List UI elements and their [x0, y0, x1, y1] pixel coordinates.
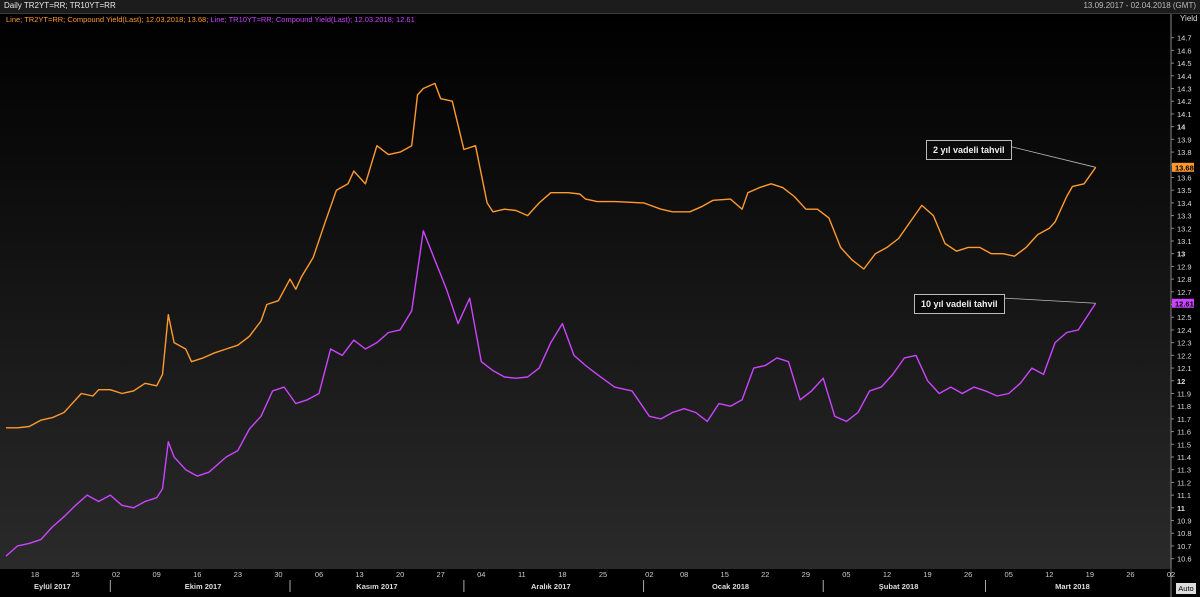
y-tick-label: 12.3	[1177, 339, 1192, 348]
y-tick-label: 12.1	[1177, 364, 1192, 373]
y-tick-label: 14.4	[1177, 72, 1192, 81]
y-tick-label: 10.8	[1177, 529, 1192, 538]
y-tick-label: 13.3	[1177, 212, 1192, 221]
y-tick-label: 12.4	[1177, 326, 1192, 335]
x-tick-label: 16	[193, 570, 201, 579]
x-tick-label: 02	[645, 570, 653, 579]
y-tick-label: 11.9	[1177, 389, 1191, 398]
y-tick-label: 13.2	[1177, 224, 1192, 233]
y-tick-label: 14.6	[1177, 46, 1192, 55]
x-tick-label: 05	[842, 570, 850, 579]
x-tick-label: 29	[802, 570, 810, 579]
y-tick-label: 10.6	[1177, 555, 1192, 564]
chart-header-bar: Daily TR2YT=RR; TR10YT=RR 13.09.2017 - 0…	[0, 0, 1200, 14]
x-tick-label: 19	[923, 570, 931, 579]
x-tick-label: 26	[964, 570, 972, 579]
chart-legend: Line; TR2YT=RR; Compound Yield(Last); 12…	[6, 15, 415, 24]
x-month-label: Ekim 2017	[185, 582, 222, 591]
y-tick-label: 11.7	[1177, 415, 1191, 424]
x-month-label: Aralık 2017	[531, 582, 571, 591]
x-month-label: Kasım 2017	[356, 582, 397, 591]
x-tick-label: 02	[1167, 570, 1175, 579]
y-tick-label: 11.1	[1177, 491, 1191, 500]
y-tick-label: 13.9	[1177, 135, 1192, 144]
y-tick-label: 13.6	[1177, 173, 1192, 182]
x-tick-label: 08	[680, 570, 688, 579]
callout-ten-year: 10 yıl vadeli tahvil	[914, 294, 1005, 314]
y-tick-label: 13.8	[1177, 148, 1192, 157]
y-tick-label: 12.5	[1177, 313, 1192, 322]
date-range: 13.09.2017 - 02.04.2018 (GMT)	[1083, 1, 1196, 10]
y-tick-label: 12.7	[1177, 288, 1192, 297]
y-tick-label: 14.2	[1177, 97, 1192, 106]
y-tick-label: 11.4	[1177, 453, 1191, 462]
y-tick-label: 12.8	[1177, 275, 1192, 284]
legend-ten-year: Line; TR10YT=RR; Compound Yield(Last); 1…	[210, 15, 415, 24]
y-tick-label: 10.9	[1177, 517, 1192, 526]
x-tick-label: 30	[274, 570, 282, 579]
x-tick-label: 18	[31, 570, 39, 579]
x-month-label: Eylül 2017	[34, 582, 71, 591]
x-tick-label: 09	[153, 570, 161, 579]
y-tick-label: 14	[1177, 123, 1186, 132]
y-tick-label: 12.9	[1177, 262, 1192, 271]
x-tick-label: 05	[1005, 570, 1013, 579]
x-tick-label: 15	[721, 570, 729, 579]
x-tick-label: 25	[71, 570, 79, 579]
x-month-label: Şubat 2018	[879, 582, 919, 591]
x-tick-label: 04	[477, 570, 485, 579]
x-tick-label: 23	[234, 570, 242, 579]
x-tick-label: 06	[315, 570, 323, 579]
y-tick-label: 13.4	[1177, 199, 1192, 208]
last-value-label-ten-year: 12.61	[1175, 299, 1194, 308]
x-tick-label: 11	[518, 570, 526, 579]
x-tick-label: 12	[883, 570, 891, 579]
y-tick-label: 14.1	[1177, 110, 1192, 119]
x-tick-label: 22	[761, 570, 769, 579]
y-tick-label: 12	[1177, 377, 1185, 386]
y-tick-label: 11.5	[1177, 440, 1191, 449]
y-tick-label: 14.3	[1177, 85, 1192, 94]
y-tick-label: 12.2	[1177, 351, 1192, 360]
x-tick-label: 12	[1045, 570, 1053, 579]
x-tick-label: 27	[437, 570, 445, 579]
x-tick-label: 26	[1126, 570, 1134, 579]
chart-title: Daily TR2YT=RR; TR10YT=RR	[4, 1, 116, 10]
plot-background	[0, 14, 1171, 567]
y-tick-label: 14.7	[1177, 34, 1192, 43]
x-tick-label: 02	[112, 570, 120, 579]
y-axis-label: Yield	[1180, 14, 1198, 23]
x-tick-label: 19	[1086, 570, 1094, 579]
y-tick-label: 11	[1177, 504, 1185, 513]
chart-plot: 10.6 10.7 10.8 10.9 11 11.1 11.2 11.3 11.4 11.5 11…	[0, 14, 1194, 597]
x-month-label: Ocak 2018	[712, 582, 749, 591]
auto-scale-button[interactable]: Auto	[1176, 583, 1196, 594]
x-tick-label: 18	[558, 570, 566, 579]
y-tick-label: 11.6	[1177, 428, 1191, 437]
y-tick-label: 11.3	[1177, 466, 1191, 475]
y-tick-label: 14.5	[1177, 59, 1192, 68]
x-tick-label: 13	[355, 570, 363, 579]
x-tick-label: 25	[599, 570, 607, 579]
y-tick-label: 13.5	[1177, 186, 1192, 195]
y-tick-label: 13.1	[1177, 237, 1192, 246]
x-tick-label: 20	[396, 570, 404, 579]
y-tick-label: 11.8	[1177, 402, 1191, 411]
x-month-label: Mart 2018	[1055, 582, 1090, 591]
y-tick-label: 13	[1177, 250, 1185, 259]
legend-two-year: Line; TR2YT=RR; Compound Yield(Last); 12…	[6, 15, 209, 24]
y-tick-label: 10.7	[1177, 542, 1192, 551]
last-value-label-two-year: 13.68	[1175, 163, 1194, 172]
y-tick-label: 11.2	[1177, 478, 1191, 487]
callout-two-year: 2 yıl vadeli tahvil	[926, 140, 1012, 160]
